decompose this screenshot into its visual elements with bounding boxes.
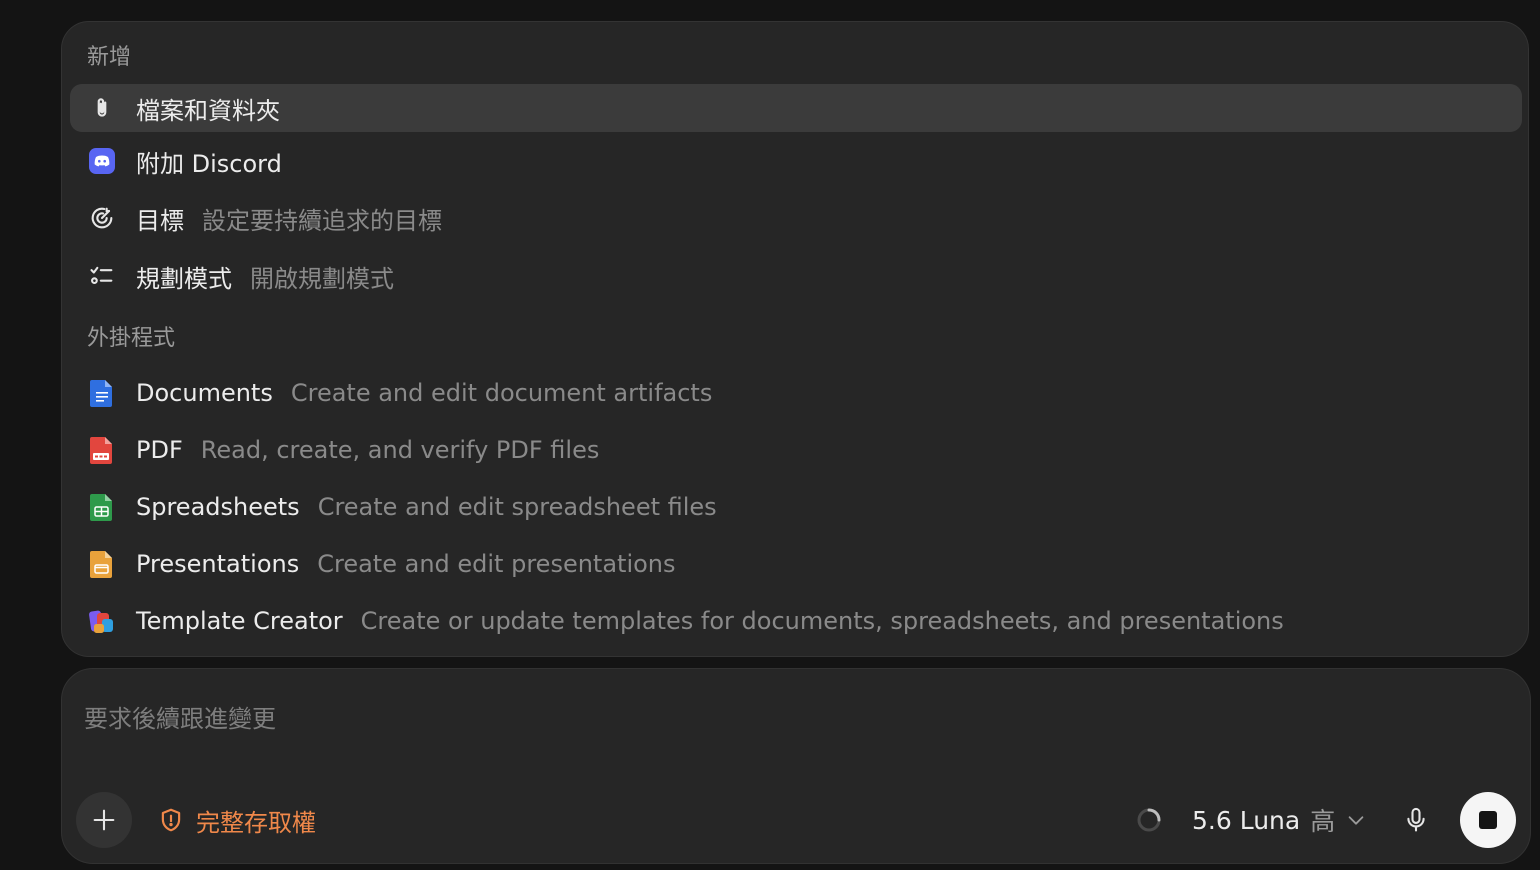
target-icon bbox=[88, 204, 116, 232]
menu-item-presentations[interactable]: Presentations Create and edit presentati… bbox=[70, 540, 1522, 588]
menu-item-pdf[interactable]: PDF Read, create, and verify PDF files bbox=[70, 426, 1522, 474]
menu-item-spreadsheets[interactable]: Spreadsheets Create and edit spreadsheet… bbox=[70, 483, 1522, 531]
menu-item-label: 規劃模式 bbox=[136, 264, 232, 293]
menu-item-goal[interactable]: 目標 設定要持續追求的目標 bbox=[70, 194, 1522, 242]
menu-item-description: Create and edit spreadsheet files bbox=[317, 493, 717, 521]
add-button[interactable] bbox=[76, 792, 132, 848]
stop-button[interactable] bbox=[1460, 792, 1516, 848]
full-access-label: 完整存取權 bbox=[196, 808, 316, 837]
menu-item-description: 設定要持續追求的目標 bbox=[202, 206, 442, 235]
menu-item-attach-discord[interactable]: 附加 Discord bbox=[70, 137, 1522, 185]
pdf-icon bbox=[88, 436, 116, 464]
menu-item-documents[interactable]: Documents Create and edit document artif… bbox=[70, 369, 1522, 417]
menu-item-label: Presentations bbox=[136, 550, 300, 578]
menu-item-files-and-folders[interactable]: 檔案和資料夾 bbox=[70, 84, 1522, 132]
discord-icon bbox=[88, 147, 116, 175]
model-selector[interactable]: 5.6 Luna 高 bbox=[1192, 800, 1367, 840]
checklist-icon bbox=[88, 262, 116, 290]
menu-item-description: Create and edit document artifacts bbox=[290, 379, 713, 407]
shield-alert-icon bbox=[158, 807, 184, 833]
menu-item-template-creator[interactable]: Template Creator Create or update templa… bbox=[70, 597, 1522, 645]
plus-icon bbox=[93, 809, 115, 831]
menu-item-description: 開啟規劃模式 bbox=[250, 264, 394, 293]
microphone-icon bbox=[1407, 807, 1425, 832]
menu-item-label: PDF bbox=[136, 436, 183, 464]
chevron-down-icon bbox=[1345, 809, 1367, 831]
menu-item-label: 目標 bbox=[136, 206, 184, 235]
documents-icon bbox=[88, 379, 116, 407]
menu-item-label: 附加 Discord bbox=[136, 149, 282, 178]
spreadsheets-icon bbox=[88, 493, 116, 521]
stop-icon bbox=[1479, 811, 1497, 829]
loading-spinner-icon bbox=[1136, 807, 1162, 833]
section-header-plugins: 外掛程式 bbox=[87, 326, 176, 351]
menu-item-label: Spreadsheets bbox=[136, 493, 300, 521]
add-menu-popover: 新增 檔案和資料夾 附加 Discord 目標 設定要持續追求的目標 規劃模式 … bbox=[61, 21, 1529, 657]
prompt-input[interactable]: 要求後續跟進變更 bbox=[84, 699, 1484, 739]
menu-item-label: Template Creator bbox=[136, 607, 343, 635]
menu-item-plan-mode[interactable]: 規劃模式 開啟規劃模式 bbox=[70, 252, 1522, 300]
menu-item-label: Documents bbox=[136, 379, 273, 407]
full-access-button[interactable]: 完整存取權 bbox=[158, 800, 316, 840]
paperclip-icon bbox=[88, 94, 116, 122]
menu-item-label: 檔案和資料夾 bbox=[136, 96, 280, 125]
presentations-icon bbox=[88, 550, 116, 578]
template-creator-icon bbox=[88, 607, 116, 635]
menu-item-description: Read, create, and verify PDF files bbox=[200, 436, 600, 464]
microphone-button[interactable] bbox=[1400, 804, 1432, 836]
composer: 要求後續跟進變更 完整存取權 5.6 Luna 高 bbox=[61, 668, 1531, 864]
menu-item-description: Create or update templates for documents… bbox=[360, 607, 1284, 635]
menu-item-description: Create and edit presentations bbox=[317, 550, 676, 578]
model-effort: 高 bbox=[1310, 807, 1336, 836]
section-header-add: 新增 bbox=[87, 45, 132, 70]
model-name: 5.6 Luna bbox=[1192, 805, 1301, 835]
